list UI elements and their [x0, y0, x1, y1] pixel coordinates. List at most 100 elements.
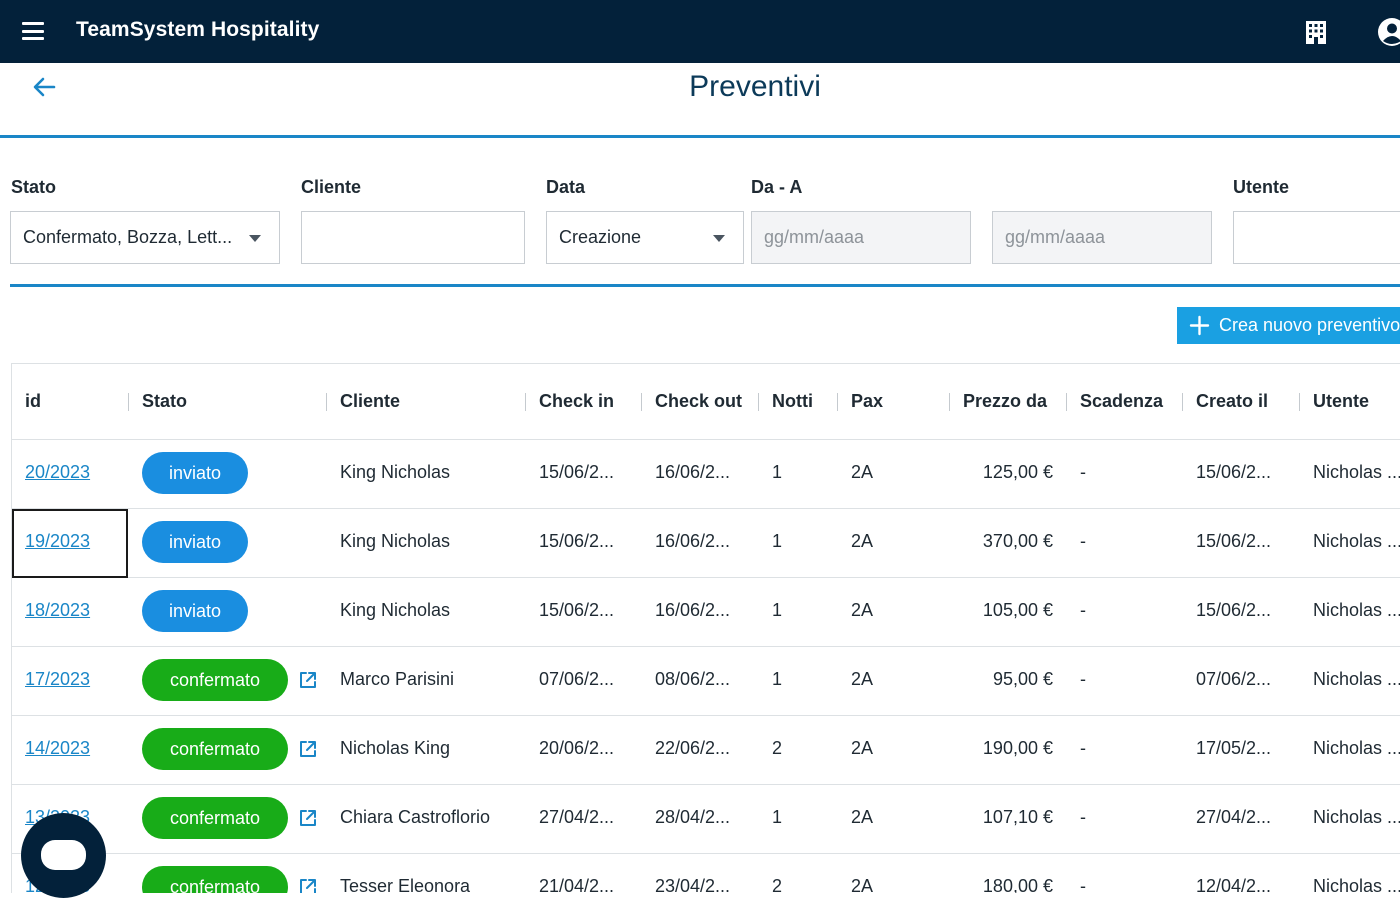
- column-separator: [1182, 393, 1183, 411]
- client-name: Chiara Castroflorio: [340, 807, 491, 827]
- external-link-icon[interactable]: [298, 808, 318, 828]
- column-separator: [1066, 393, 1067, 411]
- pax-count: 2A: [851, 738, 874, 758]
- cliente-input[interactable]: [301, 211, 525, 264]
- account-icon[interactable]: [1377, 17, 1400, 47]
- user-name: Nicholas ...: [1313, 669, 1400, 689]
- price-from: 95,00 €: [992, 669, 1053, 689]
- user-name: Nicholas ...: [1313, 876, 1400, 893]
- data-select[interactable]: Creazione: [546, 211, 744, 264]
- column-header-cliente[interactable]: Cliente: [340, 391, 400, 412]
- column-separator: [758, 393, 759, 411]
- chevron-down-icon: [713, 235, 725, 242]
- checkout-date: 22/06/2...: [655, 738, 731, 758]
- status-badge: confermato: [142, 866, 288, 893]
- column-header-checkin[interactable]: Check in: [539, 391, 614, 412]
- column-header-utente[interactable]: Utente: [1313, 391, 1369, 412]
- price-from: 105,00 €: [982, 600, 1053, 620]
- data-select-value: Creazione: [559, 227, 642, 247]
- status-badge: inviato: [142, 590, 248, 632]
- client-name: Nicholas King: [340, 738, 451, 758]
- created-date: 07/06/2...: [1196, 669, 1272, 689]
- external-link-icon[interactable]: [298, 877, 318, 893]
- status-badge: inviato: [142, 521, 248, 563]
- pax-count: 2A: [851, 669, 874, 689]
- table-row[interactable]: 20/2023 inviato King Nicholas 15/06/2...…: [12, 440, 1400, 509]
- price-from: 125,00 €: [982, 462, 1053, 482]
- price-from: 180,00 €: [982, 876, 1053, 893]
- column-header-stato[interactable]: Stato: [142, 391, 187, 412]
- table-header: id Stato Cliente Check in Check out Nott…: [12, 364, 1400, 440]
- table-row[interactable]: 13/2023 confermato Chiara Castroflorio 2…: [12, 785, 1400, 854]
- table-row[interactable]: 18/2023 inviato King Nicholas 15/06/2...…: [12, 578, 1400, 647]
- filter-divider: [10, 284, 1400, 287]
- status-badge: confermato: [142, 728, 288, 770]
- top-bar: TeamSystem Hospitality: [0, 0, 1400, 63]
- utente-input[interactable]: [1233, 211, 1400, 264]
- status-badge: confermato: [142, 659, 288, 701]
- checkin-date: 20/06/2...: [539, 738, 615, 758]
- checkout-date: 16/06/2...: [655, 462, 731, 482]
- table-row[interactable]: 12/2023 confermato Tesser Eleonora 21/04…: [12, 854, 1400, 893]
- column-header-scadenza[interactable]: Scadenza: [1080, 391, 1163, 412]
- date-from-input[interactable]: gg/mm/aaaa: [751, 211, 971, 264]
- nights-count: 2: [772, 876, 783, 893]
- client-name: King Nicholas: [340, 462, 451, 482]
- checkout-date: 08/06/2...: [655, 669, 731, 689]
- quote-id-link[interactable]: 18/2023: [25, 600, 90, 621]
- quotes-table: id Stato Cliente Check in Check out Nott…: [11, 363, 1400, 893]
- user-name: Nicholas ...: [1313, 600, 1400, 620]
- checkout-date: 23/04/2...: [655, 876, 731, 893]
- external-link-icon[interactable]: [298, 739, 318, 759]
- quote-id-link[interactable]: 20/2023: [25, 462, 90, 483]
- quote-id-link[interactable]: 19/2023: [25, 531, 90, 552]
- user-name: Nicholas ...: [1313, 738, 1400, 758]
- column-header-creato[interactable]: Creato il: [1196, 391, 1268, 412]
- column-header-id[interactable]: id: [25, 391, 41, 412]
- client-name: King Nicholas: [340, 600, 451, 620]
- created-date: 12/04/2...: [1196, 876, 1272, 893]
- filter-utente-label: Utente: [1233, 177, 1290, 197]
- quote-id-link[interactable]: 17/2023: [25, 669, 90, 690]
- create-quote-button[interactable]: Crea nuovo preventivo: [1177, 307, 1400, 344]
- price-from: 370,00 €: [982, 531, 1053, 551]
- table-row[interactable]: 17/2023 confermato Marco Parisini 07/06/…: [12, 647, 1400, 716]
- expiry-date: -: [1080, 738, 1086, 758]
- expiry-date: -: [1080, 876, 1086, 893]
- pax-count: 2A: [851, 462, 874, 482]
- table-row[interactable]: 14/2023 confermato Nicholas King 20/06/2…: [12, 716, 1400, 785]
- filter-stato-label: Stato: [11, 177, 56, 197]
- user-name: Nicholas ...: [1313, 531, 1400, 551]
- column-separator: [128, 393, 129, 411]
- chat-icon: [41, 840, 86, 870]
- checkin-date: 21/04/2...: [539, 876, 615, 893]
- filter-cliente-label: Cliente: [301, 177, 362, 197]
- checkout-date: 16/06/2...: [655, 600, 731, 620]
- stato-select-value: Confermato, Bozza, Lett...: [23, 227, 233, 247]
- column-header-pax[interactable]: Pax: [851, 391, 883, 412]
- column-header-notti[interactable]: Notti: [772, 391, 813, 412]
- column-header-checkout[interactable]: Check out: [655, 391, 742, 412]
- date-to-input[interactable]: gg/mm/aaaa: [992, 211, 1212, 264]
- column-separator: [326, 393, 327, 411]
- nights-count: 1: [772, 462, 783, 482]
- filter-range-label: Da - A: [751, 177, 803, 197]
- client-name: Marco Parisini: [340, 669, 455, 689]
- hamburger-icon[interactable]: [22, 22, 44, 40]
- table-row[interactable]: 19/2023 inviato King Nicholas 15/06/2...…: [12, 509, 1400, 578]
- header-divider: [0, 135, 1400, 138]
- column-separator: [641, 393, 642, 411]
- column-header-prezzo[interactable]: Prezzo da: [963, 391, 1047, 412]
- expiry-date: -: [1080, 462, 1086, 482]
- chevron-down-icon: [249, 235, 261, 242]
- column-separator: [949, 393, 950, 411]
- building-icon[interactable]: [1303, 19, 1329, 45]
- checkout-date: 28/04/2...: [655, 807, 731, 827]
- nights-count: 2: [772, 738, 783, 758]
- external-link-icon[interactable]: [298, 670, 318, 690]
- stato-select[interactable]: Confermato, Bozza, Lett...: [10, 211, 280, 264]
- quote-id-link[interactable]: 14/2023: [25, 738, 90, 759]
- chat-button[interactable]: [21, 813, 106, 898]
- expiry-date: -: [1080, 669, 1086, 689]
- expiry-date: -: [1080, 807, 1086, 827]
